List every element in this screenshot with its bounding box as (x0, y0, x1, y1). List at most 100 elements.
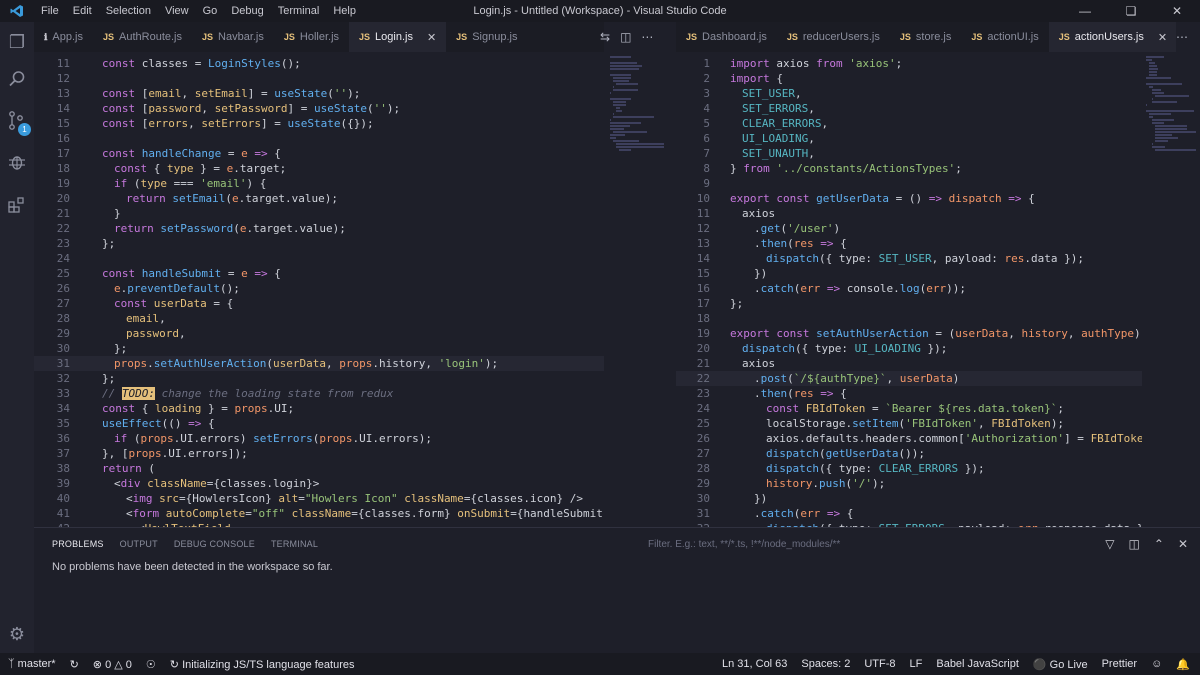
code-line[interactable]: 12 (34, 71, 604, 86)
code-line[interactable]: 20 dispatch({ type: UI_LOADING }); (676, 341, 1142, 356)
collapse-all-icon[interactable]: ◫ (1129, 537, 1140, 551)
code-line[interactable]: 35 useEffect(() => { (34, 416, 604, 431)
code-line[interactable]: 12 .get('/user') (676, 221, 1142, 236)
search-icon[interactable] (0, 70, 34, 88)
code-line[interactable]: 26 axios.defaults.headers.common['Authori… (676, 431, 1142, 446)
code-line[interactable]: 37}, [props.UI.errors]); (34, 446, 604, 461)
debug-icon[interactable] (0, 152, 34, 172)
menu-item-edit[interactable]: Edit (66, 5, 99, 17)
language-mode[interactable]: Babel JavaScript (936, 658, 1019, 670)
code-line[interactable]: 17}; (676, 296, 1142, 311)
indentation[interactable]: Spaces: 2 (801, 658, 850, 670)
filter-icon[interactable]: ▽ (1105, 537, 1114, 551)
right-code-editor[interactable]: 1 import axios from 'axios'; 2 import {3 SET… (676, 52, 1142, 527)
code-line[interactable]: 3 SET_USER, (676, 86, 1142, 101)
close-window-icon[interactable]: ✕ (1154, 0, 1200, 22)
code-line[interactable]: 13 const [email, setEmail] = useState('')… (34, 86, 604, 101)
code-line[interactable]: 11 axios (676, 206, 1142, 221)
close-tab-icon[interactable]: ✕ (427, 31, 436, 44)
code-line[interactable]: 29 history.push('/'); (676, 476, 1142, 491)
code-line[interactable]: 14 dispatch({ type: SET_USER, payload: re… (676, 251, 1142, 266)
code-line[interactable]: 6 UI_LOADING, (676, 131, 1142, 146)
code-line[interactable]: 1 import axios from 'axios'; (676, 56, 1142, 71)
go-live-button[interactable]: ⚫ Go Live (1033, 658, 1088, 671)
code-line[interactable]: 19 export const setAuthUserAction = (user… (676, 326, 1142, 341)
tab-store-js[interactable]: JS store.js (890, 22, 961, 52)
code-line[interactable]: 34 const { loading } = props.UI; (34, 401, 604, 416)
prettier-status[interactable]: Prettier (1102, 658, 1137, 670)
code-line[interactable]: 11 const classes = LoginStyles(); (34, 56, 604, 71)
minimize-icon[interactable]: — (1062, 0, 1108, 22)
tab-actionusers-js[interactable]: JS actionUsers.js ✕ (1048, 22, 1176, 52)
cursor-position[interactable]: Ln 31, Col 63 (722, 658, 787, 670)
code-line[interactable]: 38 return ( (34, 461, 604, 476)
branch-status[interactable]: ᛉ master* (8, 658, 56, 670)
tab-login-js[interactable]: JS Login.js ✕ (349, 22, 447, 52)
line-ending[interactable]: LF (910, 658, 923, 670)
tab-navbar-js[interactable]: JS Navbar.js (192, 22, 274, 52)
menu-item-selection[interactable]: Selection (99, 5, 158, 17)
panel-tab-debug-console[interactable]: DEBUG CONSOLE (174, 539, 255, 549)
code-line[interactable]: 22 .post(`/${authType}`, userData) (676, 371, 1142, 386)
tab-dashboard-js[interactable]: JS Dashboard.js (676, 22, 777, 52)
problems-status[interactable]: ⊗ 0 △ 0 (93, 658, 132, 671)
code-line[interactable]: 18 const { type } = e.target; (34, 161, 604, 176)
code-line[interactable]: 5 CLEAR_ERRORS, (676, 116, 1142, 131)
code-line[interactable]: 19 if (type === 'email') { (34, 176, 604, 191)
problems-filter-input[interactable]: Filter. E.g.: text, **/*.ts, !**/node_mo… (642, 535, 1102, 555)
menu-item-help[interactable]: Help (326, 5, 363, 17)
extensions-icon[interactable] (0, 196, 34, 214)
close-tab-icon[interactable]: ✕ (1158, 31, 1167, 44)
code-line[interactable]: 28 dispatch({ type: CLEAR_ERRORS }); (676, 461, 1142, 476)
code-line[interactable]: 39 <div className={classes.login}> (34, 476, 604, 491)
code-line[interactable]: 15 const [errors, setErrors] = useState({… (34, 116, 604, 131)
menu-item-terminal[interactable]: Terminal (271, 5, 327, 17)
panel-tab-output[interactable]: OUTPUT (120, 539, 158, 549)
right-minimap[interactable] (1142, 52, 1200, 527)
settings-gear-icon[interactable]: ⚙ (0, 624, 34, 645)
code-line[interactable]: 31 .catch(err => { (676, 506, 1142, 521)
code-line[interactable]: 36 if (props.UI.errors) setErrors(props.U… (34, 431, 604, 446)
code-line[interactable]: 32}; (34, 371, 604, 386)
code-line[interactable]: 41 <form autoComplete="off" className={cl… (34, 506, 604, 521)
code-line[interactable]: 18 (676, 311, 1142, 326)
code-line[interactable]: 2 import { (676, 71, 1142, 86)
code-line[interactable]: 16 .catch(err => console.log(err)); (676, 281, 1142, 296)
restore-icon[interactable]: ❏ (1108, 0, 1154, 22)
code-line[interactable]: 10 export const getUserData = () => dispa… (676, 191, 1142, 206)
code-line[interactable]: 24 const FBIdToken = `Bearer ${res.data.t… (676, 401, 1142, 416)
panel-tab-problems[interactable]: PROBLEMS (52, 539, 104, 549)
menu-item-view[interactable]: View (158, 5, 196, 17)
tab-signup-js[interactable]: JS Signup.js (446, 22, 527, 52)
tab-app-js[interactable]: ℹ App.js (34, 22, 93, 52)
tab-authroute-js[interactable]: JS AuthRoute.js (93, 22, 192, 52)
tab-holler-js[interactable]: JS Holler.js (274, 22, 349, 52)
sync-icon[interactable]: ↻ (70, 658, 79, 671)
code-line[interactable]: 40 <img src={HowlersIcon} alt="Howlers Ic… (34, 491, 604, 506)
maximize-panel-icon[interactable]: ⌃ (1154, 537, 1164, 551)
menu-item-debug[interactable]: Debug (224, 5, 270, 17)
code-line[interactable]: 21} (34, 206, 604, 221)
code-line[interactable]: 25 const handleSubmit = e => { (34, 266, 604, 281)
code-line[interactable]: 17 const handleChange = e => { (34, 146, 604, 161)
more-actions-icon[interactable]: ⋯ (1176, 30, 1188, 44)
menu-item-go[interactable]: Go (196, 5, 225, 17)
explorer-icon[interactable]: ❐ (0, 32, 34, 53)
code-line[interactable]: 8} from '../constants/ActionsTypes'; (676, 161, 1142, 176)
code-line[interactable]: 9 (676, 176, 1142, 191)
feedback-smiley-icon[interactable]: ☺ (1151, 658, 1162, 670)
panel-tab-terminal[interactable]: TERMINAL (271, 539, 318, 549)
code-line[interactable]: 31 props.setAuthUserAction(userData, prop… (34, 356, 604, 371)
left-minimap[interactable] (604, 52, 676, 527)
code-line[interactable]: 7 SET_UNAUTH, (676, 146, 1142, 161)
code-line[interactable]: 4 SET_ERRORS, (676, 101, 1142, 116)
code-line[interactable]: 29 password, (34, 326, 604, 341)
code-line[interactable]: 23}; (34, 236, 604, 251)
tab-reducerusers-js[interactable]: JS reducerUsers.js (777, 22, 890, 52)
code-line[interactable]: 26 e.preventDefault(); (34, 281, 604, 296)
code-line[interactable]: 24 (34, 251, 604, 266)
menu-item-file[interactable]: File (34, 5, 66, 17)
code-line[interactable]: 28 email, (34, 311, 604, 326)
code-line[interactable]: 27 dispatch(getUserData()); (676, 446, 1142, 461)
compare-changes-icon[interactable]: ⇆ (600, 30, 610, 44)
